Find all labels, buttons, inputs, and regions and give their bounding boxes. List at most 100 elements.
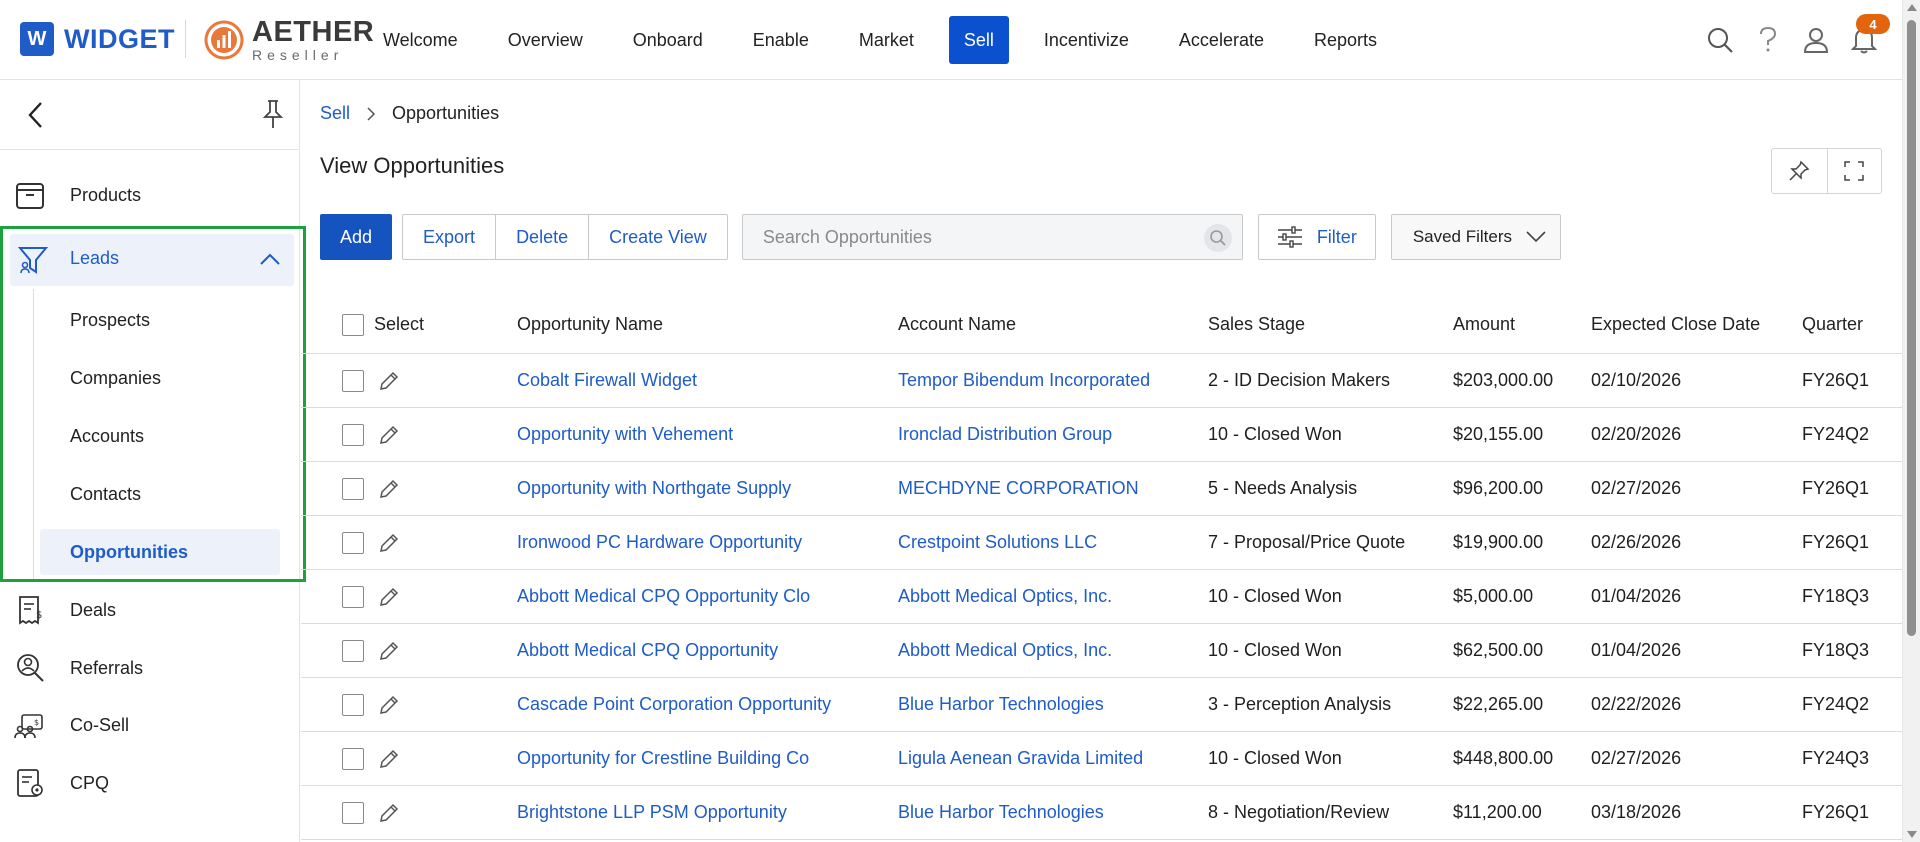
edit-icon[interactable] <box>378 678 400 731</box>
edit-icon[interactable] <box>378 732 400 785</box>
row-checkbox[interactable] <box>342 516 364 569</box>
checkbox[interactable] <box>342 531 364 554</box>
export-button[interactable]: Export <box>403 215 495 259</box>
sidebar-subitem-opportunities[interactable]: Opportunities <box>40 529 280 575</box>
sidebar-item-deals[interactable]: $ Deals <box>0 585 300 635</box>
fullscreen-button[interactable] <box>1826 149 1882 193</box>
nav-market[interactable]: Market <box>844 16 929 64</box>
scroll-up-arrow[interactable] <box>1907 4 1917 11</box>
sidebar-subitem-accounts[interactable]: Accounts <box>40 413 280 459</box>
main-nav: Welcome Overview Onboard Enable Market S… <box>368 16 1412 64</box>
checkbox[interactable] <box>342 639 364 662</box>
opportunity-name-link[interactable]: Opportunity with Vehement <box>517 408 733 461</box>
checkbox[interactable] <box>342 585 364 608</box>
nav-sell[interactable]: Sell <box>948 16 1009 64</box>
checkbox[interactable] <box>342 477 364 500</box>
account-name-link[interactable]: Abbott Medical Optics, Inc. <box>898 570 1112 623</box>
edit-icon[interactable] <box>378 354 400 407</box>
account-name-link[interactable]: Abbott Medical Optics, Inc. <box>898 624 1112 677</box>
account-name-link[interactable]: Crestpoint Solutions LLC <box>898 516 1097 569</box>
nav-accelerate[interactable]: Accelerate <box>1164 16 1279 64</box>
opportunity-name-link[interactable]: Abbott Medical CPQ Opportunity <box>517 624 778 677</box>
edit-icon[interactable] <box>378 408 400 461</box>
page-scrollbar[interactable] <box>1902 0 1920 842</box>
account-name-link[interactable]: Ironclad Distribution Group <box>898 408 1112 461</box>
breadcrumb-sell-link[interactable]: Sell <box>320 103 350 124</box>
filter-button[interactable]: Filter <box>1257 214 1376 260</box>
edit-icon[interactable] <box>378 624 400 677</box>
opportunity-name-link[interactable]: Ironwood PC Hardware Opportunity <box>517 516 802 569</box>
row-checkbox[interactable] <box>342 732 364 785</box>
edit-icon[interactable] <box>378 786 400 839</box>
row-checkbox[interactable] <box>342 570 364 623</box>
column-header-quarter[interactable]: Quarter <box>1802 296 1863 353</box>
edit-icon[interactable] <box>378 516 400 569</box>
row-checkbox[interactable] <box>342 354 364 407</box>
search-icon[interactable] <box>1203 224 1232 252</box>
column-header-account-name[interactable]: Account Name <box>898 296 1016 353</box>
sidebar-item-co-sell[interactable]: $ Co-Sell <box>0 700 300 750</box>
row-checkbox[interactable] <box>342 678 364 731</box>
column-header-opportunity-name[interactable]: Opportunity Name <box>517 296 663 353</box>
nav-welcome[interactable]: Welcome <box>368 16 473 64</box>
opportunity-name-link[interactable]: Opportunity with Northgate Supply <box>517 462 791 515</box>
opportunity-name-link[interactable]: Cobalt Firewall Widget <box>517 354 697 407</box>
create-view-button[interactable]: Create View <box>588 215 727 259</box>
checkbox[interactable] <box>342 423 364 446</box>
sidebar-item-leads[interactable]: Leads <box>10 234 294 286</box>
opportunity-name-link[interactable]: Brightstone LLP PSM Opportunity <box>517 786 787 839</box>
row-checkbox[interactable] <box>342 786 364 839</box>
select-all-checkbox[interactable] <box>342 296 364 353</box>
nav-enable[interactable]: Enable <box>738 16 824 64</box>
scroll-down-arrow[interactable] <box>1907 831 1917 838</box>
account-name-link[interactable]: Tempor Bibendum Incorporated <box>898 354 1150 407</box>
sidebar-item-referrals[interactable]: Referrals <box>0 643 300 693</box>
opportunity-name-link[interactable]: Abbott Medical CPQ Opportunity Clo <box>517 570 810 623</box>
account-name-link[interactable]: MECHDYNE CORPORATION <box>898 462 1139 515</box>
chevron-left-icon[interactable] <box>22 100 52 130</box>
chevron-up-icon[interactable] <box>258 248 282 272</box>
saved-filters-label: Saved Filters <box>1412 227 1513 246</box>
table-row: Opportunity for Crestline Building Co Lig… <box>301 732 1902 786</box>
nav-onboard[interactable]: Onboard <box>618 16 718 64</box>
row-checkbox[interactable] <box>342 408 364 461</box>
pin-view-button[interactable] <box>1772 149 1827 193</box>
opportunity-name-link[interactable]: Opportunity for Crestline Building Co <box>517 732 809 785</box>
search-input[interactable] <box>742 215 1183 259</box>
row-checkbox[interactable] <box>342 624 364 677</box>
sidebar-item-cpq[interactable]: CPQ <box>0 758 300 808</box>
column-header-expected-close-date[interactable]: Expected Close Date <box>1591 296 1760 353</box>
checkbox[interactable] <box>342 693 364 716</box>
checkbox[interactable] <box>342 313 364 336</box>
row-checkbox[interactable] <box>342 462 364 515</box>
aether-logo[interactable]: AETHER Reseller <box>204 18 374 62</box>
column-header-sales-stage[interactable]: Sales Stage <box>1208 296 1305 353</box>
opportunity-name-link[interactable]: Cascade Point Corporation Opportunity <box>517 678 831 731</box>
checkbox[interactable] <box>342 369 364 392</box>
bell-icon[interactable]: 4 <box>1844 14 1890 60</box>
account-name-link[interactable]: Blue Harbor Technologies <box>898 786 1104 839</box>
checkbox[interactable] <box>342 801 364 824</box>
sidebar-subitem-companies[interactable]: Companies <box>40 355 280 401</box>
account-name-link[interactable]: Blue Harbor Technologies <box>898 678 1104 731</box>
edit-icon[interactable] <box>378 570 400 623</box>
scroll-thumb[interactable] <box>1907 20 1916 636</box>
edit-icon[interactable] <box>378 462 400 515</box>
pin-icon[interactable] <box>258 98 288 130</box>
nav-reports[interactable]: Reports <box>1299 16 1392 64</box>
column-header-amount[interactable]: Amount <box>1453 296 1515 353</box>
sidebar-item-products[interactable]: Products <box>0 170 300 220</box>
widget-logo[interactable]: W WIDGET <box>20 22 175 56</box>
sidebar-subitem-contacts[interactable]: Contacts <box>40 471 280 517</box>
search-icon[interactable] <box>1700 20 1740 60</box>
help-icon[interactable] <box>1748 20 1788 60</box>
sidebar-subitem-prospects[interactable]: Prospects <box>40 297 280 343</box>
nav-overview[interactable]: Overview <box>493 16 598 64</box>
user-icon[interactable] <box>1796 20 1836 60</box>
delete-button[interactable]: Delete <box>495 215 588 259</box>
checkbox[interactable] <box>342 747 364 770</box>
account-name-link[interactable]: Ligula Aenean Gravida Limited <box>898 732 1143 785</box>
saved-filters-dropdown[interactable]: Saved Filters <box>1390 214 1561 260</box>
nav-incentivize[interactable]: Incentivize <box>1029 16 1144 64</box>
add-button[interactable]: Add <box>320 214 393 260</box>
